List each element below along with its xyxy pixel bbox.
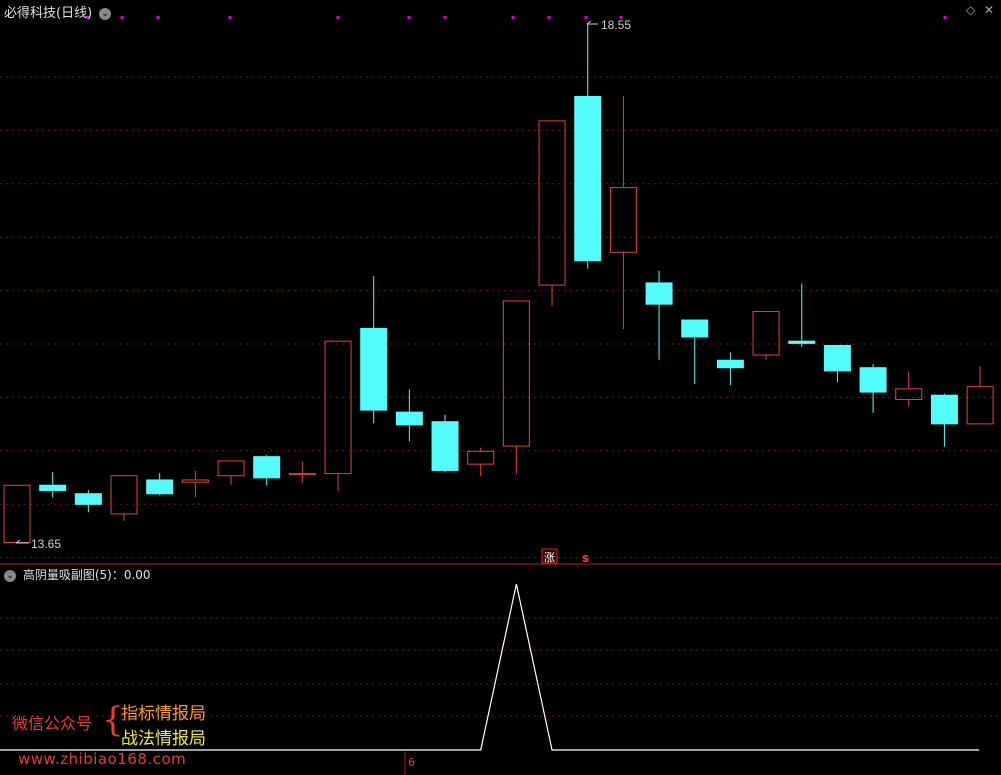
candle-body — [431, 421, 459, 471]
candle — [681, 319, 709, 385]
candle-body — [645, 282, 673, 305]
indicator-title: ⌄ 高阴量吸副图(5)：0.00 — [4, 566, 151, 583]
candle — [823, 344, 851, 383]
candle-body — [217, 460, 245, 477]
candle-body — [859, 367, 887, 393]
chevron-down-icon[interactable]: ⌄ — [4, 569, 16, 582]
marker-dot — [443, 16, 447, 19]
marker-dot — [943, 16, 947, 19]
candle — [716, 352, 744, 386]
watermark-left: 微信公众号 — [12, 714, 93, 733]
candle — [360, 276, 388, 424]
candle — [217, 460, 245, 485]
candle — [288, 461, 316, 483]
candle-body — [110, 475, 138, 515]
candle-body — [360, 327, 388, 411]
close-icon[interactable]: ✕ — [984, 3, 994, 17]
stock-title-text: 必得科技(日线) — [4, 6, 93, 21]
candle-body — [324, 340, 352, 475]
candle-body — [930, 394, 958, 425]
marker-dot — [156, 16, 160, 19]
candle-body — [288, 473, 316, 476]
zhang-label: 涨 — [544, 551, 555, 564]
high-label: 18.55 — [601, 18, 631, 32]
watermark-line1: 指标情报局 — [121, 704, 206, 724]
candle-body — [395, 411, 423, 426]
candle — [609, 96, 637, 330]
candle — [859, 363, 887, 413]
high-annotation: 18.55 — [586, 18, 631, 32]
axis-marker: 6 — [408, 756, 415, 769]
candle-body — [716, 359, 744, 369]
chart-canvas: 18.55 13.65 涨 s 6 — [0, 16, 1001, 775]
candle-body — [681, 319, 709, 338]
candle — [645, 270, 673, 360]
candle-body — [467, 450, 495, 465]
watermark-line2: 战法情报局 — [121, 729, 206, 749]
stock-title: 必得科技(日线) ⌄ — [4, 2, 112, 21]
candle — [788, 283, 816, 348]
candle-body — [253, 456, 281, 479]
candle — [181, 470, 209, 498]
candle-body — [538, 120, 566, 286]
diamond-icon[interactable]: ◇ — [966, 3, 975, 17]
candle-body — [609, 187, 637, 253]
candle — [467, 447, 495, 477]
candle — [930, 393, 958, 447]
candle-body — [574, 96, 602, 262]
candle — [110, 475, 138, 521]
low-label: 13.65 — [31, 537, 61, 551]
candle — [324, 340, 352, 492]
candle-body — [788, 340, 816, 344]
candle — [538, 120, 566, 306]
candle — [502, 300, 530, 475]
marker-dot — [584, 16, 588, 19]
marker-dot — [228, 16, 232, 19]
candle — [3, 484, 31, 544]
candle — [39, 472, 67, 498]
candle — [74, 490, 102, 513]
candle-body — [3, 484, 31, 544]
candle-body — [502, 300, 530, 447]
watermark-url: www.zhibiao168.com — [18, 750, 187, 768]
candle — [752, 311, 780, 360]
marker-dot — [547, 16, 551, 19]
indicator-title-text: 高阴量吸副图(5)：0.00 — [22, 568, 151, 582]
candle — [966, 366, 994, 425]
chevron-down-icon[interactable]: ⌄ — [99, 7, 112, 20]
candle-body — [181, 479, 209, 483]
marker-dots — [86, 16, 947, 19]
candle — [253, 455, 281, 486]
candle-body — [146, 479, 174, 495]
candle-body — [752, 311, 780, 356]
candle-body — [74, 493, 102, 505]
candle — [574, 24, 602, 269]
marker-dot — [407, 16, 411, 19]
candle — [146, 473, 174, 496]
candle-body — [966, 386, 994, 425]
candle-body — [895, 388, 923, 401]
candle-body — [823, 344, 851, 372]
marker-dot — [336, 16, 340, 19]
candle — [395, 389, 423, 442]
marker-dot — [511, 16, 515, 19]
candle — [895, 371, 923, 407]
candle-body — [39, 484, 67, 492]
candle — [431, 414, 459, 473]
marker-dot — [120, 16, 124, 19]
candlestick-series — [3, 24, 994, 544]
low-annotation: 13.65 — [15, 537, 61, 551]
s-label: s — [582, 551, 589, 565]
